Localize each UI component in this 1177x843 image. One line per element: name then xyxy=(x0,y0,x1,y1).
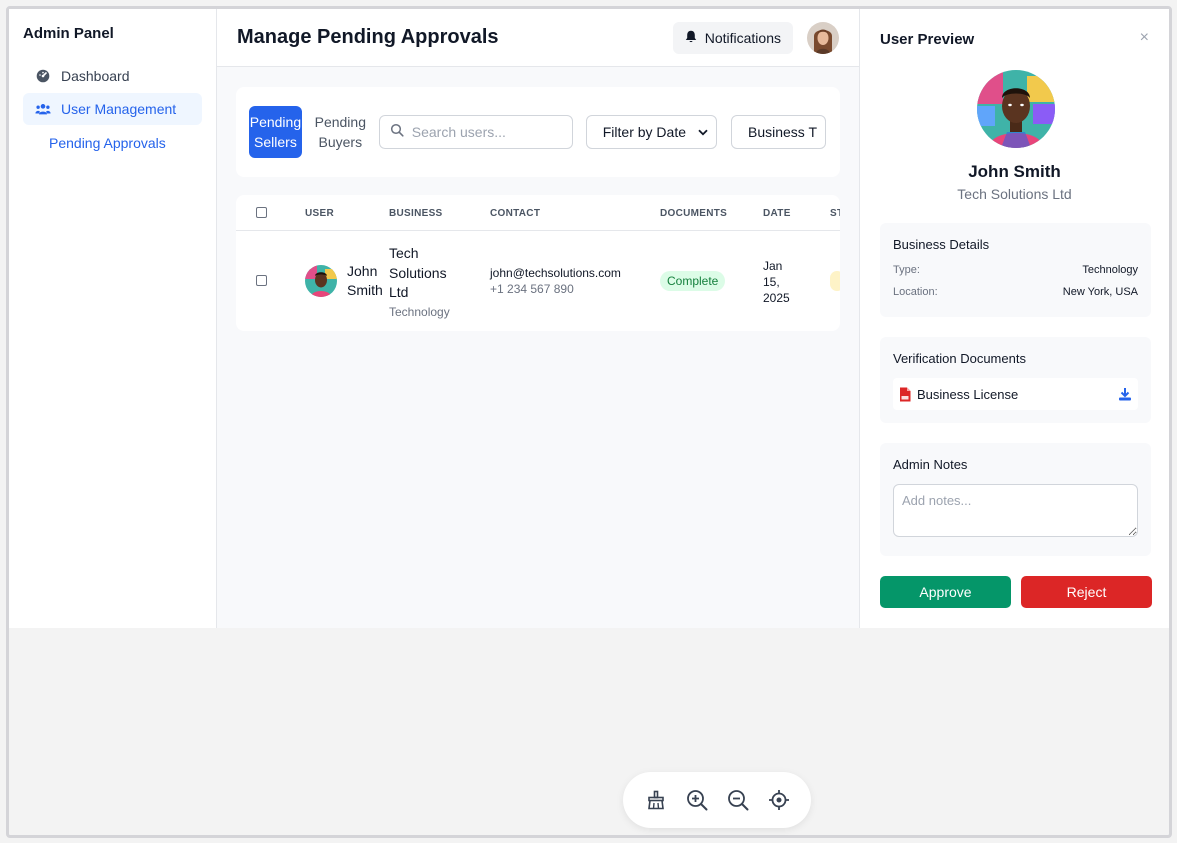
detail-label: Type: xyxy=(893,264,920,276)
close-icon[interactable]: × xyxy=(1140,29,1149,47)
user-first-name: John xyxy=(347,263,378,279)
detail-type-row: Type: Technology xyxy=(893,264,1138,276)
business-name-line: Ltd xyxy=(389,284,409,300)
top-bar: Manage Pending Approvals Notifications xyxy=(217,9,859,67)
verification-documents-box: Verification Documents Business License xyxy=(880,337,1151,423)
user-avatar xyxy=(305,265,337,297)
recenter-icon[interactable] xyxy=(767,788,791,812)
pdf-file-icon xyxy=(899,387,911,402)
page-title: Manage Pending Approvals xyxy=(237,26,499,48)
business-cell: Tech Solutions Ltd Technology xyxy=(389,244,450,319)
date-line: Jan xyxy=(763,259,783,273)
zoom-out-icon[interactable] xyxy=(726,788,750,812)
notes-heading: Admin Notes xyxy=(893,457,968,472)
users-icon xyxy=(35,101,51,117)
business-details-box: Business Details Type: Technology Locati… xyxy=(880,223,1151,317)
column-header-date: DATE xyxy=(763,208,791,219)
preview-name: John Smith xyxy=(968,162,1061,181)
document-item[interactable]: Business License xyxy=(893,378,1138,410)
select-all-checkbox[interactable] xyxy=(256,207,267,218)
column-header-user: USER xyxy=(305,208,334,219)
contact-email: john@techsolutions.com xyxy=(490,266,621,280)
documents-heading: Verification Documents xyxy=(893,351,1026,366)
date-filter-value: Filter by Date xyxy=(602,124,686,140)
notifications-label: Notifications xyxy=(704,29,781,46)
business-type: Technology xyxy=(389,304,450,319)
approvals-table: USER BUSINESS CONTACT DOCUMENTS DATE ST xyxy=(236,195,840,331)
documents-cell: Complete xyxy=(660,271,726,291)
business-name-line: Tech xyxy=(389,245,419,261)
bell-icon xyxy=(685,30,697,46)
column-header-status: ST xyxy=(830,208,840,219)
search-input[interactable] xyxy=(411,124,572,140)
contact-phone: +1 234 567 890 xyxy=(490,282,574,296)
user-last-name: Smith xyxy=(347,282,383,298)
tab-label: Pending Sellers xyxy=(249,114,302,150)
contact-cell: john@techsolutions.com +1 234 567 890 xyxy=(490,266,621,296)
business-filter-value: Business T xyxy=(748,124,817,140)
detail-value: New York, USA xyxy=(1062,286,1138,298)
notifications-button[interactable]: Notifications xyxy=(672,21,793,54)
date-cell: Jan 15, 2025 xyxy=(763,258,790,306)
tab-pending-buyers[interactable]: Pending Buyers xyxy=(314,106,367,158)
app-window: Admin Panel Dashboard User Management Pe… xyxy=(9,9,1169,628)
column-header-business: BUSINESS xyxy=(389,208,443,219)
sidebar-title: Admin Panel xyxy=(23,25,114,42)
download-icon[interactable] xyxy=(1118,387,1132,401)
search-icon xyxy=(390,123,404,142)
business-details-heading: Business Details xyxy=(893,237,990,252)
sidebar-subitem-pending-approvals[interactable]: Pending Approvals xyxy=(23,135,202,151)
column-header-contact: CONTACT xyxy=(490,208,541,219)
sidebar-item-dashboard[interactable]: Dashboard xyxy=(23,60,202,92)
sidebar-item-label: Dashboard xyxy=(61,68,130,84)
row-checkbox[interactable] xyxy=(256,275,267,286)
admin-notes-box: Admin Notes xyxy=(880,443,1151,556)
admin-avatar[interactable] xyxy=(807,21,839,54)
user-name: John Smith xyxy=(347,262,383,300)
dashboard-icon xyxy=(35,68,51,84)
sidebar-item-label: User Management xyxy=(61,101,177,117)
status-badge xyxy=(830,271,840,291)
documents-status-badge: Complete xyxy=(660,271,726,291)
date-line: 15, xyxy=(763,275,780,289)
document-name: Business License xyxy=(917,386,1019,402)
detail-value: Technology xyxy=(1082,264,1138,276)
table-row[interactable]: John Smith Tech Solutions Ltd Technology… xyxy=(236,231,840,331)
column-header-documents: DOCUMENTS xyxy=(660,208,728,219)
preview-company: Tech Solutions Ltd xyxy=(957,186,1072,202)
table-header: USER BUSINESS CONTACT DOCUMENTS DATE ST xyxy=(236,195,840,231)
detail-label: Location: xyxy=(893,286,938,298)
tab-label: Pending Buyers xyxy=(314,114,366,150)
clear-brush-icon[interactable] xyxy=(644,788,668,812)
admin-notes-textarea[interactable] xyxy=(893,484,1138,537)
main-content: Manage Pending Approvals Notifications P… xyxy=(217,9,859,628)
zoom-in-icon[interactable] xyxy=(685,788,709,812)
reject-button[interactable]: Reject xyxy=(1021,576,1152,608)
approve-button[interactable]: Approve xyxy=(880,576,1011,608)
date-filter-select[interactable]: Filter by Date xyxy=(585,115,717,149)
business-name-line: Solutions xyxy=(389,264,447,281)
preview-avatar xyxy=(977,70,1055,148)
chevron-down-icon xyxy=(698,129,708,136)
business-type-filter-select[interactable]: Business T xyxy=(731,115,826,149)
floating-toolbar xyxy=(623,772,811,828)
date-line: 2025 xyxy=(763,291,790,305)
tab-pending-sellers[interactable]: Pending Sellers xyxy=(249,106,302,158)
user-preview-panel: User Preview × John Smith Tech Solutions… xyxy=(859,9,1169,628)
search-box xyxy=(378,115,573,149)
detail-location-row: Location: New York, USA xyxy=(893,286,1138,298)
panel-title: User Preview xyxy=(880,31,975,48)
sidebar: Admin Panel Dashboard User Management Pe… xyxy=(9,9,217,628)
sidebar-item-user-management[interactable]: User Management xyxy=(23,93,202,125)
filter-bar: Pending Sellers Pending Buyers Filter by… xyxy=(236,87,840,177)
